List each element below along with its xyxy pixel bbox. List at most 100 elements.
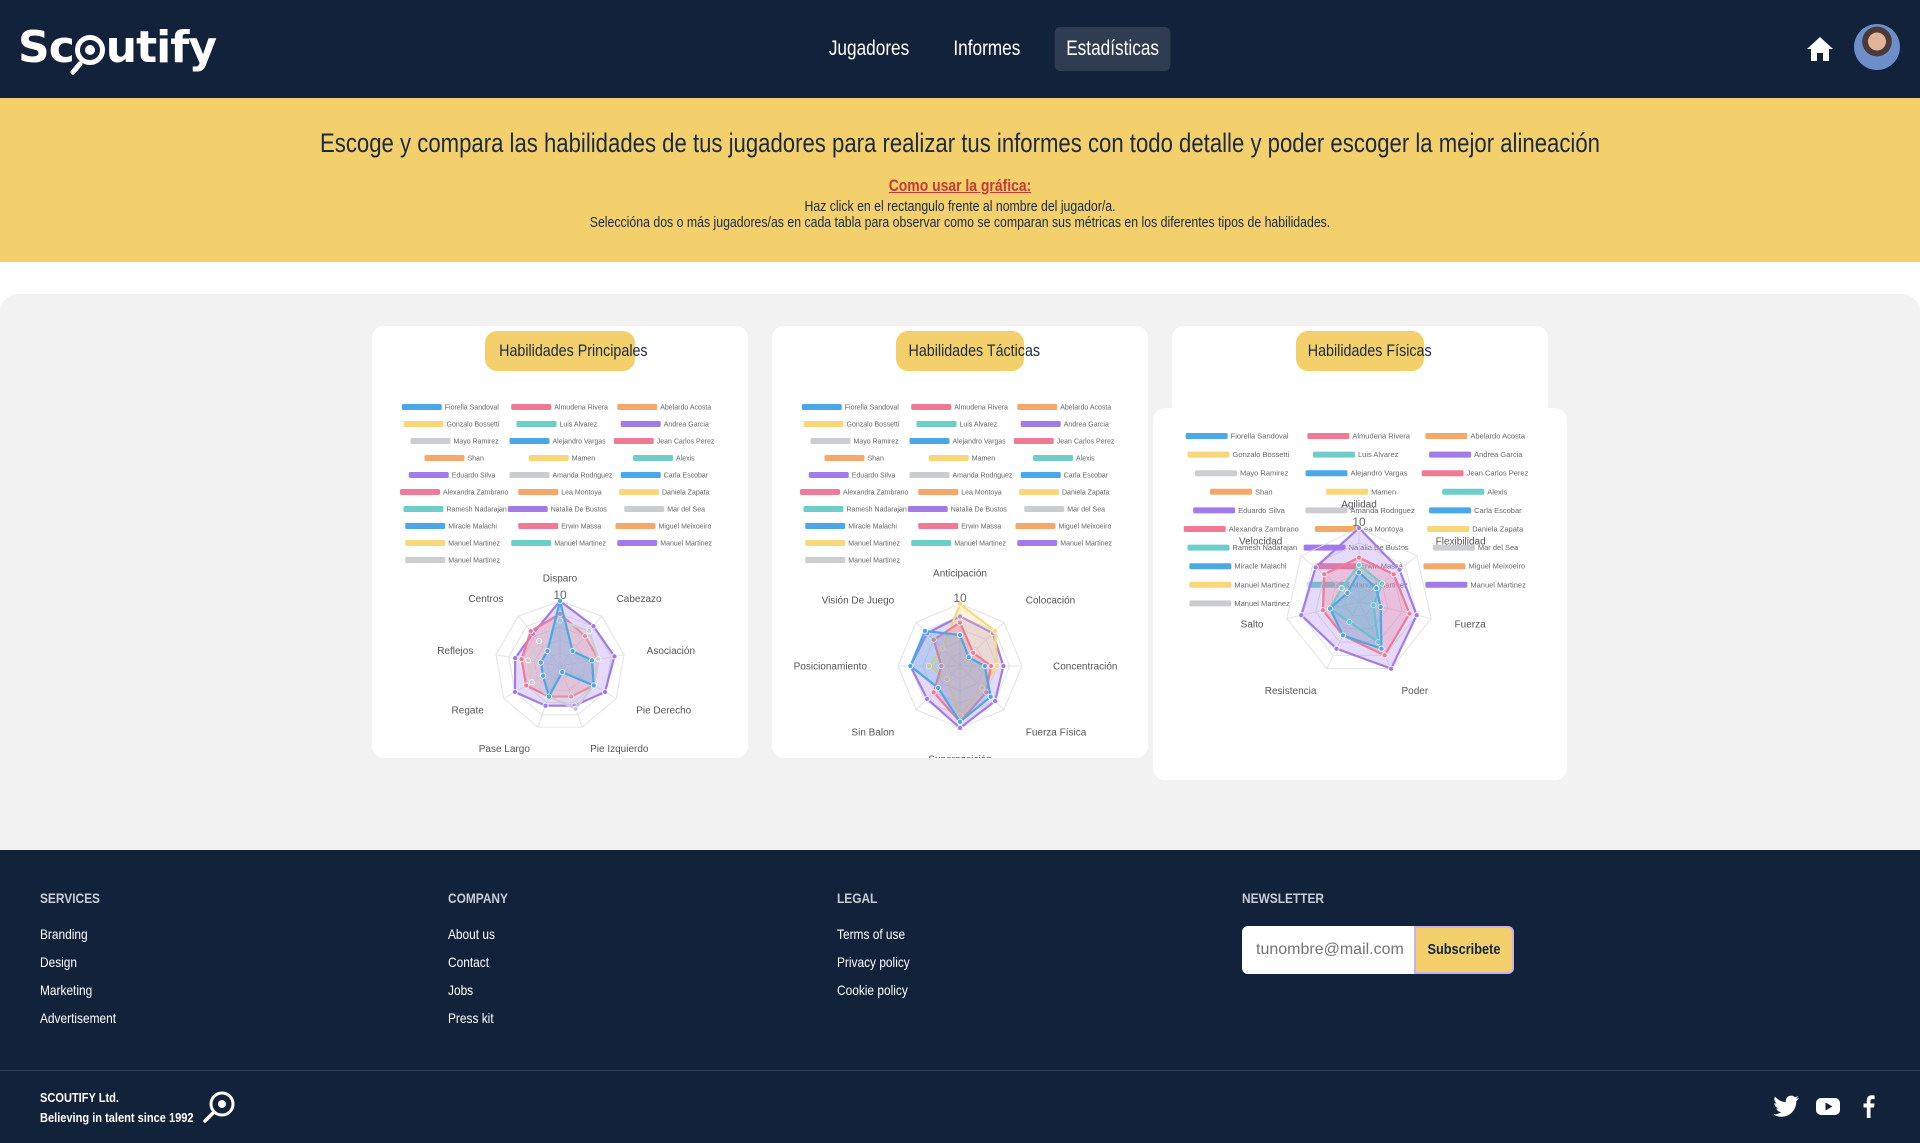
newsletter-email-input[interactable] (1242, 926, 1414, 974)
legend-item[interactable]: Andrea Garcia (620, 421, 709, 429)
legend-item[interactable]: Manuel Martinez (805, 540, 900, 548)
footer-link-advertisement[interactable]: Advertisement (40, 1010, 116, 1026)
legend-item[interactable]: Mar del Sea (1024, 506, 1105, 514)
legend-item[interactable]: Alexandra Zambrano (1183, 525, 1299, 534)
legend-item[interactable]: Alexis (633, 455, 695, 463)
legend-item[interactable]: Fiorella Sandoval (801, 404, 900, 412)
legend-item[interactable]: Manuel Martinez (911, 540, 1006, 548)
legend-item[interactable]: Alejandro Vargas (509, 438, 607, 446)
legend-item[interactable]: Abelardo Acosta (1425, 432, 1526, 441)
twitter-icon[interactable] (1774, 1094, 1800, 1118)
legend-item[interactable]: Mamen (1326, 487, 1396, 496)
facebook-icon[interactable] (1856, 1094, 1882, 1118)
legend-item[interactable]: Amanda Rodriguez (909, 472, 1013, 480)
legend-item[interactable]: Manuel Martinez (1017, 540, 1112, 548)
legend-item[interactable]: Alexis (1033, 455, 1095, 463)
footer-link-privacy[interactable]: Privacy policy (837, 954, 910, 970)
legend-item[interactable]: Manuel Martinez (617, 540, 712, 548)
legend-item[interactable]: Manuel Martinez (511, 540, 606, 548)
legend-item[interactable]: Luis Alvarez (516, 421, 598, 429)
legend-item[interactable]: Alejandro Vargas (909, 438, 1007, 446)
legend-item[interactable]: Gonzalo Bossetti (1187, 450, 1290, 459)
legend-item[interactable]: Alexis (1442, 487, 1508, 496)
radar-chart-fisicas[interactable]: Fiorella Sandoval Almudena Rivera Abelardo… (1153, 408, 1567, 780)
footer-link-marketing[interactable]: Marketing (40, 982, 116, 998)
footer-link-design[interactable]: Design (40, 954, 116, 970)
legend-item[interactable]: Jean Carlos Perez (1013, 438, 1115, 446)
legend-item[interactable]: Daniela Zapata (1427, 525, 1524, 534)
legend-item[interactable]: Fiorella Sandoval (401, 404, 500, 412)
nav-informes[interactable]: Informes (942, 27, 1032, 71)
legend-item[interactable]: Miguel Meixoeiro (1423, 562, 1526, 571)
legend-item[interactable]: Mayo Ramirez (410, 438, 500, 446)
legend-item[interactable]: Lea Montoya (918, 489, 1002, 497)
legend-item[interactable]: Ramesh Nadarajan (403, 506, 507, 514)
legend-item[interactable]: Miguel Meixoeiro (615, 523, 712, 531)
legend-item[interactable]: Alexandra Zambrano (400, 489, 508, 497)
legend-item[interactable]: Gonzalo Bossetti (803, 421, 900, 429)
legend-item[interactable]: Eduardo Silva (808, 472, 896, 480)
legend-item[interactable]: Manuel Martinez (405, 557, 500, 565)
legend-item[interactable]: Manuel Martinez (805, 557, 900, 565)
footer-link-cookie[interactable]: Cookie policy (837, 982, 910, 998)
legend-item[interactable]: Mayo Ramirez (1195, 469, 1289, 478)
legend-item[interactable]: Eduardo Silva (1193, 506, 1286, 515)
legend-item[interactable]: Shan (1210, 487, 1273, 496)
legend-item[interactable]: Daniela Zapata (1019, 489, 1110, 497)
legend-item[interactable]: Alejandro Vargas (1305, 469, 1408, 478)
radar-chart-tacticas[interactable]: Fiorella Sandoval Almudena Rivera Abelardo… (772, 326, 1148, 758)
footer-link-contact[interactable]: Contact (448, 954, 508, 970)
youtube-icon[interactable] (1815, 1094, 1841, 1118)
legend-item[interactable]: Natalia De Bustos (907, 506, 1008, 514)
legend-item[interactable]: Luis Alvarez (916, 421, 998, 429)
legend-item[interactable]: Erwin Massa (918, 523, 1001, 531)
footer-link-press-kit[interactable]: Press kit (448, 1010, 508, 1026)
footer-link-about[interactable]: About us (448, 926, 508, 942)
user-avatar[interactable] (1854, 24, 1900, 70)
legend-item[interactable]: Manuel Martinez (1425, 580, 1526, 589)
legend-item[interactable]: Mamen (528, 455, 595, 463)
legend-item[interactable]: Daniela Zapata (619, 489, 710, 497)
legend-item[interactable]: Almudena Rivera (511, 404, 608, 412)
legend-item[interactable]: Gonzalo Bossetti (403, 421, 500, 429)
subscribe-button[interactable]: Subscribete (1414, 926, 1514, 974)
legend-item[interactable]: Almudena Rivera (911, 404, 1008, 412)
legend-item[interactable]: Carla Escobar (1429, 506, 1522, 515)
legend-item[interactable]: Manuel Martinez (1189, 599, 1290, 608)
legend-item[interactable]: Mamen (928, 455, 995, 463)
legend-item[interactable]: Abelardo Acosta (1017, 404, 1111, 412)
legend-item[interactable]: Miracle Malachi (405, 523, 497, 531)
legend-item[interactable]: Mayo Ramirez (810, 438, 900, 446)
home-icon[interactable] (1806, 36, 1834, 62)
legend-item[interactable]: Luis Alvarez (1313, 450, 1399, 459)
legend-item[interactable]: Manuel Martinez (1189, 580, 1290, 589)
nav-jugadores[interactable]: Jugadores (817, 27, 920, 71)
footer-link-jobs[interactable]: Jobs (448, 982, 508, 998)
legend-item[interactable]: Miracle Malachi (805, 523, 897, 531)
legend-item[interactable]: Shan (424, 455, 484, 463)
legend-item[interactable]: Andrea Garcia (1020, 421, 1109, 429)
legend-item[interactable]: Miguel Meixoeiro (1015, 523, 1112, 531)
legend-item[interactable]: Almudena Rivera (1307, 432, 1411, 441)
legend-item[interactable]: Andrea Garcia (1429, 450, 1523, 459)
legend-item[interactable]: Shan (824, 455, 884, 463)
nav-estadisticas[interactable]: Estadísticas (1054, 27, 1171, 71)
legend-item[interactable]: Mar del Sea (624, 506, 705, 514)
legend-item[interactable]: Jean Carlos Perez (613, 438, 715, 446)
scoutify-logo[interactable]: Sc utify (18, 22, 217, 73)
legend-item[interactable]: Lea Montoya (518, 489, 602, 497)
legend-item[interactable]: Alexandra Zambrano (800, 489, 908, 497)
legend-item[interactable]: Abelardo Acosta (617, 404, 711, 412)
legend-item[interactable]: Manuel Martinez (405, 540, 500, 548)
footer-link-terms[interactable]: Terms of use (837, 926, 910, 942)
legend-item[interactable]: Erwin Massa (518, 523, 601, 531)
legend-item[interactable]: Carla Escobar (620, 472, 709, 480)
legend-item[interactable]: Jean Carlos Perez (1421, 469, 1529, 478)
legend-item[interactable]: Ramesh Nadarajan (803, 506, 907, 514)
legend-item[interactable]: Natalia De Bustos (507, 506, 608, 514)
legend-item[interactable]: Miracle Malachi (1189, 562, 1287, 571)
radar-chart-principales[interactable]: Fiorella Sandoval Almudena Rivera Abelardo… (372, 326, 748, 758)
legend-item[interactable]: Amanda Rodriguez (509, 472, 613, 480)
legend-item[interactable]: Carla Escobar (1020, 472, 1109, 480)
legend-item[interactable]: Eduardo Silva (408, 472, 496, 480)
